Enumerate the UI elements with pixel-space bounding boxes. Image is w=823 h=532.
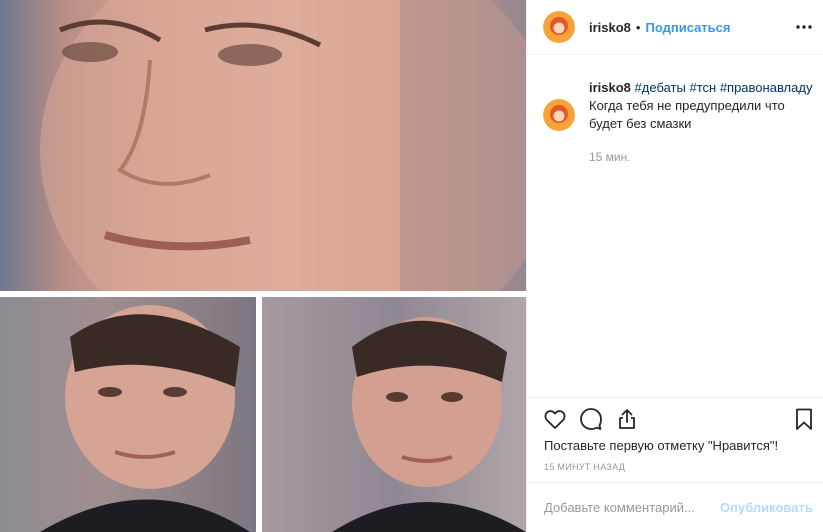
post-sidebar: irisko8 • Подписаться irisko8 #дебаты #т… — [526, 0, 823, 532]
caption-avatar[interactable] — [543, 99, 575, 131]
photo-man-right — [262, 297, 526, 532]
post-username[interactable]: irisko8 — [589, 20, 631, 35]
avatar[interactable] — [543, 11, 575, 43]
separator-dot: • — [635, 19, 641, 35]
comment-icon[interactable] — [579, 407, 603, 431]
comment-form: Опубликовать — [527, 482, 823, 532]
post-caption: irisko8 #дебаты #тсн #правонавладу Когда… — [543, 79, 813, 166]
hashtag-link[interactable]: #дебаты — [635, 80, 686, 95]
post-header: irisko8 • Подписаться — [527, 0, 823, 55]
bookmark-icon[interactable] — [792, 407, 816, 431]
heart-icon[interactable] — [543, 407, 567, 431]
share-icon[interactable] — [615, 407, 639, 431]
follow-button[interactable]: Подписаться — [645, 20, 730, 35]
post-media[interactable] — [0, 0, 526, 532]
photo-closeup-face — [0, 0, 526, 291]
hashtag-link[interactable]: #тсн — [689, 80, 716, 95]
likes-prompt[interactable]: Поставьте первую отметку "Нравится"! — [544, 438, 778, 453]
post-comment-button[interactable]: Опубликовать — [720, 500, 813, 515]
hashtag-link[interactable]: #правонавладу — [720, 80, 813, 95]
photo-man-left — [0, 297, 256, 532]
caption-text: irisko8 #дебаты #тсн #правонавладу Когда… — [589, 79, 813, 166]
action-bar — [527, 397, 823, 430]
caption-message: Когда тебя не предупредили что будет без… — [589, 98, 785, 131]
caption-time: 15 мин. — [589, 150, 631, 164]
comment-input[interactable] — [544, 500, 720, 515]
post-timestamp: 15 минут назад — [544, 462, 626, 472]
more-options-icon[interactable] — [794, 17, 814, 37]
caption-username[interactable]: irisko8 — [589, 80, 631, 95]
